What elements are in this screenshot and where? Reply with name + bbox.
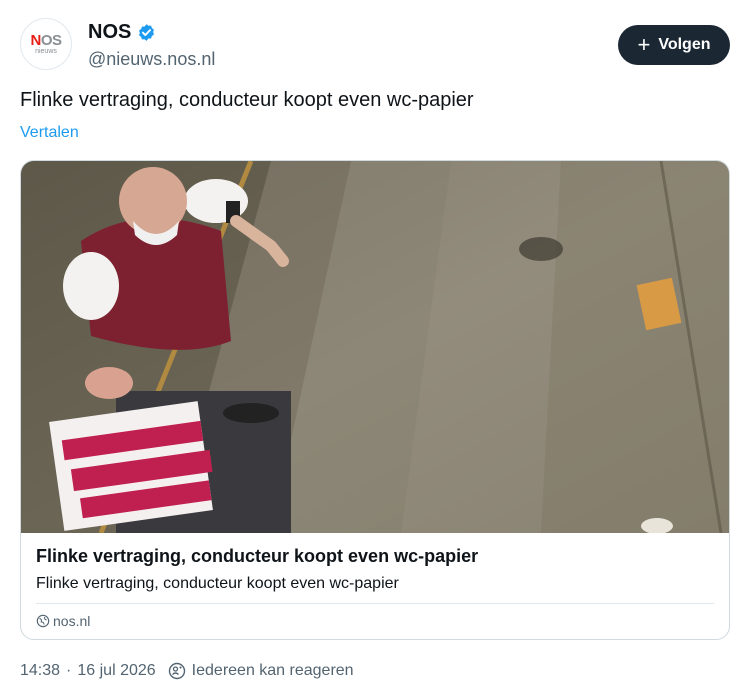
meta-separator: · xyxy=(66,662,72,679)
post-date[interactable]: 16 jul 2026 xyxy=(77,662,155,680)
card-description: Flinke vertraging, conducteur koopt even… xyxy=(36,575,399,592)
nos-logo: NOS xyxy=(30,31,62,49)
card-source: nos.nl xyxy=(36,613,90,629)
card-thumbnail-image[interactable] xyxy=(21,161,729,533)
author-name-row: NOS xyxy=(88,21,156,44)
follow-button-label: Volgen xyxy=(658,36,711,53)
globe-icon xyxy=(36,614,50,628)
follow-button[interactable]: + Volgen xyxy=(618,25,730,65)
author-avatar[interactable]: NOS nieuws xyxy=(20,18,72,70)
verified-badge-icon xyxy=(139,24,155,41)
card-divider xyxy=(36,603,714,604)
nos-logo-subtext: nieuws xyxy=(35,47,57,55)
post-meta: 14:38 · 16 jul 2026 Iedereen kan reagere… xyxy=(20,662,354,680)
plus-icon: + xyxy=(637,32,651,57)
author-handle[interactable]: @nieuws.nos.nl xyxy=(88,49,215,70)
card-source-domain: nos.nl xyxy=(53,613,91,629)
card-title: Flinke vertraging, conducteur koopt even… xyxy=(36,546,479,566)
translate-link[interactable]: Vertalen xyxy=(20,124,79,142)
post-time[interactable]: 14:38 xyxy=(20,662,60,680)
post-text: Flinke vertraging, conducteur koopt even… xyxy=(20,89,474,111)
author-name[interactable]: NOS xyxy=(88,21,131,44)
reply-settings-icon xyxy=(168,662,185,680)
reply-setting-label[interactable]: Iedereen kan reageren xyxy=(192,662,354,680)
link-preview-card[interactable]: Flinke vertraging, conducteur koopt even… xyxy=(20,160,730,640)
